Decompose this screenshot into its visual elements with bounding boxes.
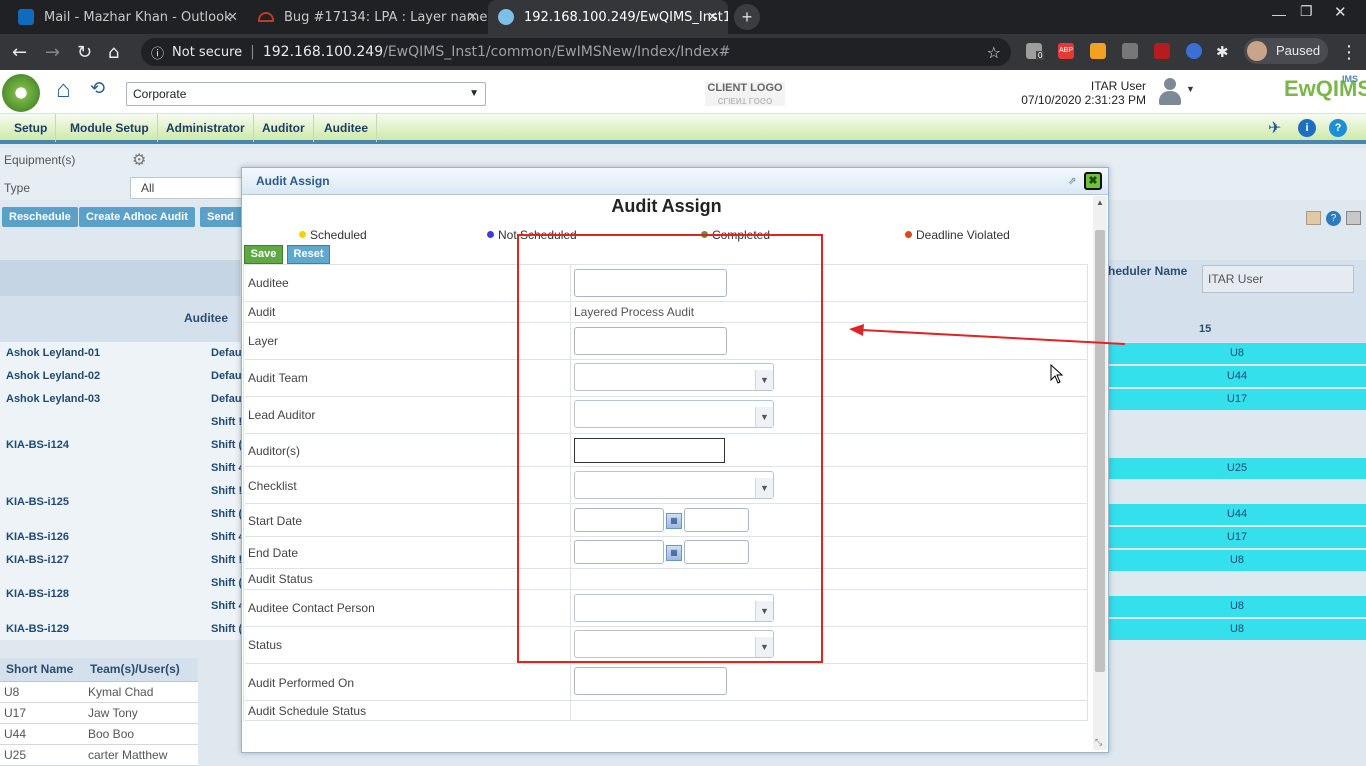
annotation-arrow	[849, 324, 1126, 345]
mouse-cursor-icon	[1050, 364, 1064, 384]
